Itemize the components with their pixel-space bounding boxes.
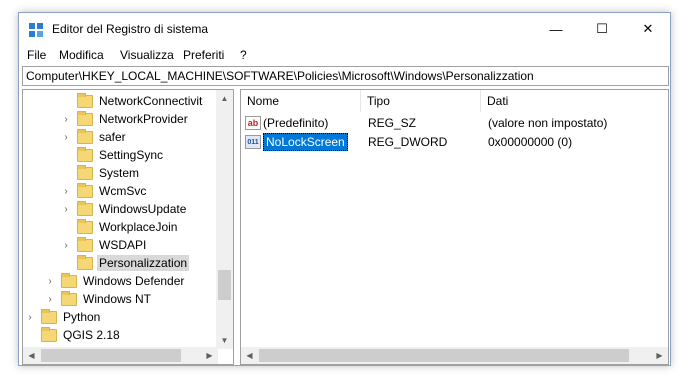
folder-icon <box>77 128 93 144</box>
tree-item[interactable]: Personalizzation <box>61 254 190 272</box>
tree-item[interactable]: WorkplaceJoin <box>61 218 179 236</box>
tree-item-label: System <box>99 166 140 180</box>
column-header-data[interactable]: Dati <box>481 90 668 112</box>
minimize-button[interactable]: — <box>533 13 579 45</box>
value-name: NoLockScreen <box>263 133 348 151</box>
folder-icon <box>77 164 93 180</box>
tree-item-label: Personalizzation <box>97 255 190 271</box>
tree-item[interactable]: › NetworkProvider <box>61 110 190 128</box>
folder-icon <box>77 236 93 252</box>
menu-file[interactable]: File <box>27 48 46 62</box>
folder-icon <box>77 92 93 108</box>
window-title: Editor del Registro di sistema <box>52 22 209 36</box>
column-header-name[interactable]: Nome <box>241 90 361 112</box>
scroll-right-icon[interactable]: ▶ <box>651 347 668 364</box>
tree-vertical-scrollbar[interactable]: ▲ ▼ <box>216 90 233 349</box>
chevron-right-icon[interactable]: › <box>61 204 71 215</box>
folder-icon <box>77 182 93 198</box>
folder-icon <box>41 308 57 324</box>
folder-icon <box>77 110 93 126</box>
tree-item[interactable]: › WindowsUpdate <box>61 200 188 218</box>
tree-item-label: WindowsUpdate <box>99 202 187 216</box>
tree-item-label: WorkplaceJoin <box>99 220 178 234</box>
chevron-right-icon[interactable]: › <box>61 132 71 143</box>
string-value-icon: ab <box>245 116 261 130</box>
tree-item[interactable]: › Windows Defender <box>45 272 186 290</box>
value-data: 0x00000000 (0) <box>488 135 573 149</box>
chevron-right-icon[interactable]: › <box>25 312 35 323</box>
tree-horizontal-scroll-thumb[interactable] <box>41 349 181 362</box>
folder-icon <box>41 326 57 342</box>
key-tree-pane[interactable]: NetworkConnectivit › NetworkProvider › safer… <box>22 89 234 365</box>
folder-icon <box>77 254 93 270</box>
tree-item-label: Windows NT <box>83 292 152 306</box>
tree-item-label: safer <box>99 130 126 144</box>
tree-item[interactable]: QGIS 2.18 <box>25 326 122 344</box>
tree-item-label: Python <box>63 310 101 324</box>
scroll-up-icon[interactable]: ▲ <box>216 90 233 107</box>
column-header-type[interactable]: Tipo <box>361 90 481 112</box>
tree-item-label: NetworkConnectivit <box>99 94 203 108</box>
value-type: REG_DWORD <box>368 135 448 149</box>
scroll-left-icon[interactable]: ◀ <box>23 347 40 364</box>
chevron-right-icon[interactable]: › <box>61 114 71 125</box>
tree-item[interactable]: › Python <box>25 308 102 326</box>
chevron-right-icon[interactable]: › <box>61 240 71 251</box>
menu-bar: File Modifica Visualizza Preferiti ? <box>19 45 670 65</box>
menu-visualizza[interactable]: Visualizza <box>120 48 174 62</box>
menu-modifica[interactable]: Modifica <box>59 48 104 62</box>
tree-item-label: SettingSync <box>99 148 164 162</box>
values-horizontal-scrollbar[interactable]: ◀ ▶ <box>241 347 668 364</box>
regedit-app-icon <box>29 23 43 37</box>
close-button[interactable]: ✕ <box>625 13 671 45</box>
tree-item-label: QGIS 2.18 <box>63 328 120 342</box>
folder-icon <box>77 146 93 162</box>
chevron-right-icon[interactable]: › <box>45 276 55 287</box>
chevron-right-icon[interactable]: › <box>61 186 71 197</box>
menu-help[interactable]: ? <box>240 48 247 62</box>
folder-icon <box>61 272 77 288</box>
scroll-down-icon[interactable]: ▼ <box>216 332 233 349</box>
tree-vertical-scroll-thumb[interactable] <box>218 270 231 300</box>
value-type: REG_SZ <box>368 116 417 130</box>
tree-item[interactable]: › safer <box>61 128 128 146</box>
scroll-right-icon[interactable]: ▶ <box>201 347 218 364</box>
folder-icon <box>77 200 93 216</box>
tree-item-label: WSDAPI <box>99 238 147 252</box>
scroll-left-icon[interactable]: ◀ <box>241 347 258 364</box>
tree-item[interactable]: System <box>61 164 141 182</box>
tree-item[interactable]: SettingSync <box>61 146 165 164</box>
tree-item-label: NetworkProvider <box>99 112 188 126</box>
tree-item-label: Windows Defender <box>83 274 185 288</box>
tree-item[interactable]: NetworkConnectivit <box>61 92 204 110</box>
dword-value-icon: 011 <box>245 135 261 149</box>
values-list-pane[interactable]: Nome Tipo Dati ab (Predefinito) REG_SZ (… <box>240 89 669 365</box>
tree-item[interactable]: › WcmSvc <box>61 182 148 200</box>
value-row-selected[interactable]: 011 NoLockScreen REG_DWORD 0x00000000 (0… <box>245 133 665 151</box>
chevron-right-icon[interactable]: › <box>45 294 55 305</box>
tree-item[interactable]: › Windows NT <box>45 290 153 308</box>
tree-item[interactable]: › WSDAPI <box>61 236 148 254</box>
title-bar[interactable]: Editor del Registro di sistema — ☐ ✕ <box>19 13 670 45</box>
tree-horizontal-scrollbar[interactable]: ◀ ▶ <box>23 347 218 364</box>
value-name: (Predefinito) <box>263 116 329 130</box>
menu-preferiti[interactable]: Preferiti <box>183 48 224 62</box>
registry-editor-window: Editor del Registro di sistema — ☐ ✕ Fil… <box>18 12 671 366</box>
maximize-button[interactable]: ☐ <box>579 13 625 45</box>
address-bar[interactable]: Computer\HKEY_LOCAL_MACHINE\SOFTWARE\Pol… <box>22 66 669 86</box>
value-data: (valore non impostato) <box>488 116 608 130</box>
values-horizontal-scroll-thumb[interactable] <box>259 349 629 362</box>
folder-icon <box>77 218 93 234</box>
value-row[interactable]: ab (Predefinito) REG_SZ (valore non impo… <box>245 114 665 132</box>
folder-icon <box>61 290 77 306</box>
tree-item-label: WcmSvc <box>99 184 147 198</box>
